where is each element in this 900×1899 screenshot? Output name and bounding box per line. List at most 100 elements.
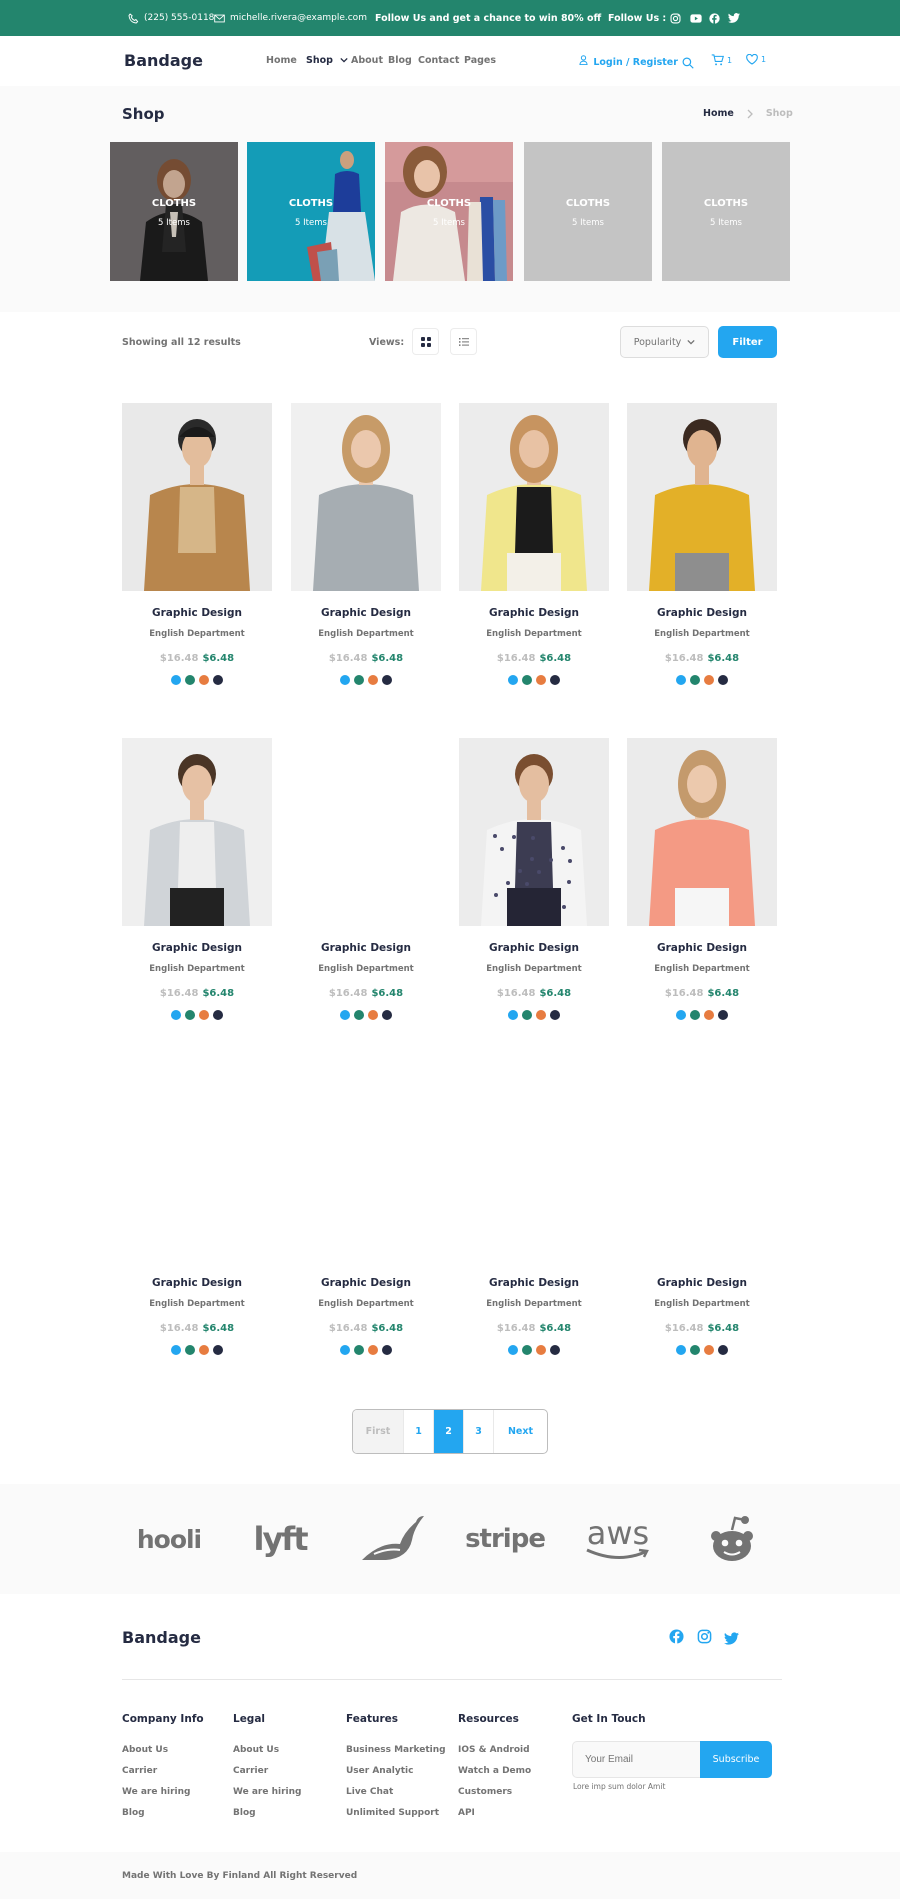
color-swatch[interactable] <box>704 1010 714 1020</box>
color-swatch[interactable] <box>368 1345 378 1355</box>
color-swatch[interactable] <box>704 675 714 685</box>
color-swatch[interactable] <box>522 1345 532 1355</box>
color-swatch[interactable] <box>213 675 223 685</box>
footer-link[interactable]: Watch a Demo <box>458 1766 531 1776</box>
product-title[interactable]: Graphic Design <box>627 607 777 619</box>
wishlist-button[interactable]: 1 <box>746 54 766 65</box>
product-title[interactable]: Graphic Design <box>459 1277 609 1289</box>
color-swatch[interactable] <box>171 1010 181 1020</box>
footer-link[interactable]: Business Marketing <box>346 1745 446 1755</box>
color-swatch[interactable] <box>718 675 728 685</box>
color-swatch[interactable] <box>368 675 378 685</box>
footer-instagram-link[interactable] <box>697 1629 712 1648</box>
facebook-link[interactable] <box>709 0 720 36</box>
color-swatch[interactable] <box>382 675 392 685</box>
pagination-first[interactable]: First <box>353 1410 404 1453</box>
color-swatch[interactable] <box>690 675 700 685</box>
product-image[interactable] <box>122 738 272 926</box>
filter-button[interactable]: Filter <box>718 326 777 358</box>
subscribe-button[interactable]: Subscribe <box>700 1741 772 1778</box>
instagram-link[interactable] <box>670 0 681 36</box>
list-view-button[interactable] <box>450 328 477 355</box>
nav-home[interactable]: Home <box>266 55 297 66</box>
nav-pages[interactable]: Pages <box>464 55 496 66</box>
footer-link[interactable]: About Us <box>233 1745 279 1755</box>
grid-view-button[interactable] <box>412 328 439 355</box>
footer-link[interactable]: Blog <box>233 1808 256 1818</box>
sort-select[interactable]: Popularity <box>620 326 709 358</box>
product-title[interactable]: Graphic Design <box>291 942 441 954</box>
color-swatch[interactable] <box>213 1345 223 1355</box>
footer-link[interactable]: Carrier <box>122 1766 157 1776</box>
product-title[interactable]: Graphic Design <box>459 942 609 954</box>
color-swatch[interactable] <box>354 1010 364 1020</box>
product-title[interactable]: Graphic Design <box>627 942 777 954</box>
color-swatch[interactable] <box>340 675 350 685</box>
youtube-link[interactable] <box>690 0 702 36</box>
pagination-page-3[interactable]: 3 <box>464 1410 494 1453</box>
color-swatch[interactable] <box>185 675 195 685</box>
product-title[interactable]: Graphic Design <box>122 1277 272 1289</box>
product-title[interactable]: Graphic Design <box>291 607 441 619</box>
product-image[interactable] <box>122 1073 272 1261</box>
product-title[interactable]: Graphic Design <box>291 1277 441 1289</box>
color-swatch[interactable] <box>199 1010 209 1020</box>
footer-link[interactable]: We are hiring <box>233 1787 301 1797</box>
color-swatch[interactable] <box>508 1010 518 1020</box>
email-input[interactable] <box>572 1741 700 1778</box>
product-title[interactable]: Graphic Design <box>459 607 609 619</box>
footer-link[interactable]: API <box>458 1808 475 1818</box>
product-image[interactable] <box>459 1073 609 1261</box>
product-image[interactable] <box>627 738 777 926</box>
email-contact[interactable]: michelle.rivera@example.com <box>214 0 367 36</box>
email-input-field[interactable] <box>585 1754 695 1765</box>
color-swatch[interactable] <box>690 1010 700 1020</box>
color-swatch[interactable] <box>522 675 532 685</box>
cart-button[interactable]: 1 <box>711 54 732 66</box>
product-title[interactable]: Graphic Design <box>627 1277 777 1289</box>
color-swatch[interactable] <box>508 1345 518 1355</box>
color-swatch[interactable] <box>382 1010 392 1020</box>
color-swatch[interactable] <box>340 1010 350 1020</box>
product-image[interactable] <box>459 738 609 926</box>
product-image[interactable] <box>291 1073 441 1261</box>
color-swatch[interactable] <box>199 675 209 685</box>
color-swatch[interactable] <box>718 1345 728 1355</box>
search-button[interactable] <box>682 54 694 73</box>
color-swatch[interactable] <box>185 1345 195 1355</box>
color-swatch[interactable] <box>382 1345 392 1355</box>
footer-link[interactable]: Customers <box>458 1787 512 1797</box>
footer-link[interactable]: Live Chat <box>346 1787 393 1797</box>
footer-link[interactable]: Blog <box>122 1808 145 1818</box>
color-swatch[interactable] <box>718 1010 728 1020</box>
product-image[interactable] <box>291 403 441 591</box>
footer-link[interactable]: Carrier <box>233 1766 268 1776</box>
color-swatch[interactable] <box>690 1345 700 1355</box>
category-card[interactable]: CLOTHS 5 Items <box>385 142 513 281</box>
breadcrumb-home[interactable]: Home <box>703 108 734 119</box>
nav-about[interactable]: About <box>351 55 383 66</box>
color-swatch[interactable] <box>522 1010 532 1020</box>
footer-brand[interactable]: Bandage <box>122 1628 201 1647</box>
category-card[interactable]: CLOTHS 5 Items <box>110 142 238 281</box>
footer-link[interactable]: User Analytic <box>346 1766 413 1776</box>
color-swatch[interactable] <box>536 675 546 685</box>
color-swatch[interactable] <box>368 1010 378 1020</box>
color-swatch[interactable] <box>676 675 686 685</box>
color-swatch[interactable] <box>536 1010 546 1020</box>
twitter-link[interactable] <box>728 0 740 36</box>
pagination-page-1[interactable]: 1 <box>404 1410 434 1453</box>
pagination-page-2-active[interactable]: 2 <box>434 1410 464 1453</box>
nav-shop[interactable]: Shop <box>306 55 348 66</box>
color-swatch[interactable] <box>354 675 364 685</box>
footer-link[interactable]: We are hiring <box>122 1787 190 1797</box>
color-swatch[interactable] <box>536 1345 546 1355</box>
product-image[interactable] <box>627 1073 777 1261</box>
color-swatch[interactable] <box>704 1345 714 1355</box>
color-swatch[interactable] <box>340 1345 350 1355</box>
product-title[interactable]: Graphic Design <box>122 607 272 619</box>
footer-link[interactable]: About Us <box>122 1745 168 1755</box>
color-swatch[interactable] <box>185 1010 195 1020</box>
pagination-next[interactable]: Next <box>494 1410 547 1453</box>
login-register-link[interactable]: Login / Register <box>579 55 678 68</box>
